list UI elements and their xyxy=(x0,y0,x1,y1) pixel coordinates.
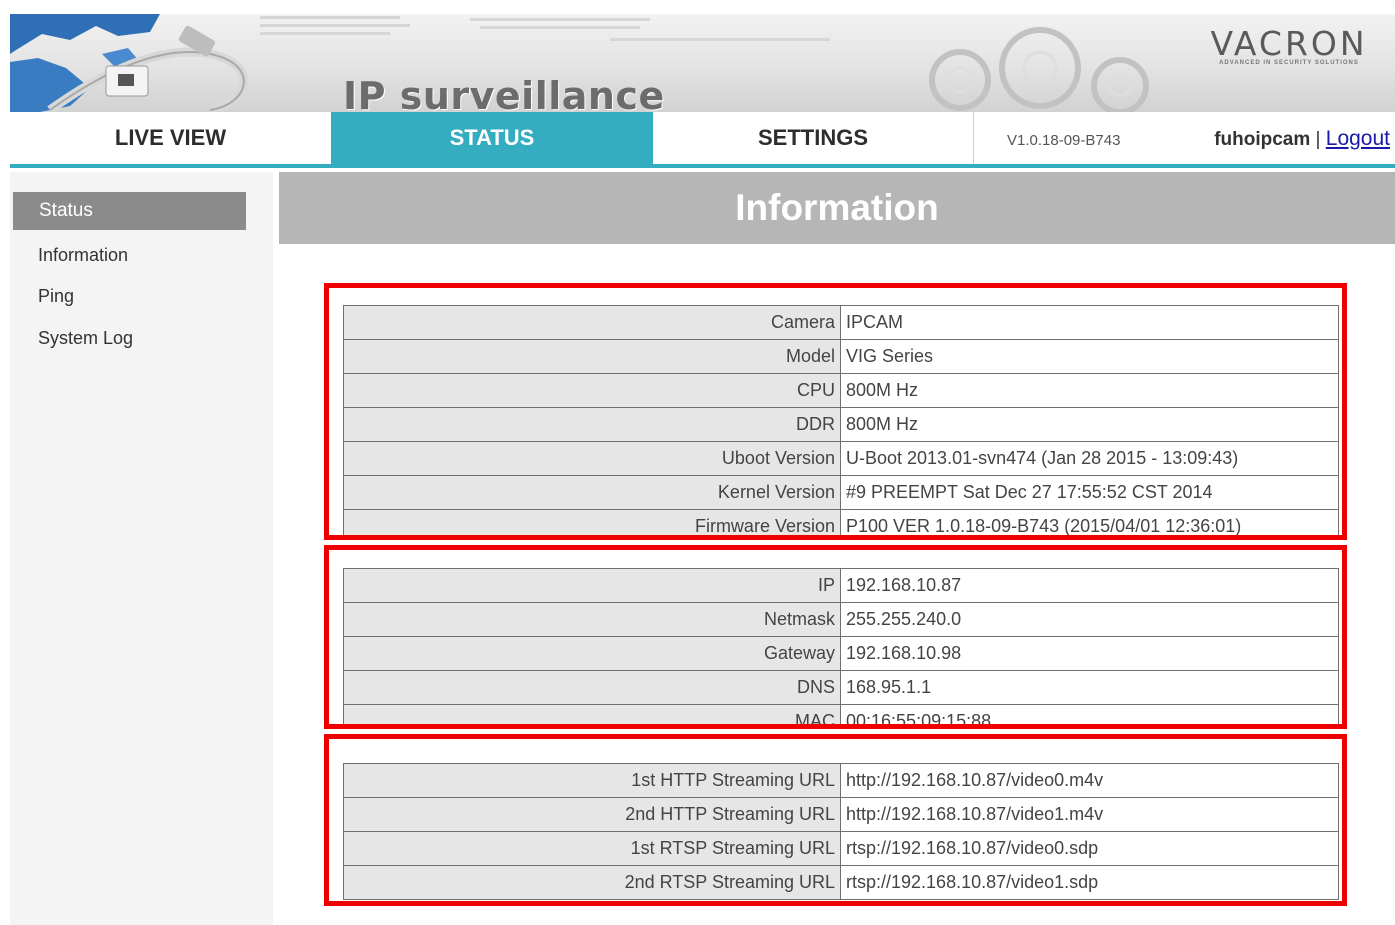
row-value: http://192.168.10.87/video0.m4v xyxy=(840,763,1339,798)
row-value: #9 PREEMPT Sat Dec 27 17:55:52 CST 2014 xyxy=(840,475,1339,510)
row-value: 192.168.10.87 xyxy=(840,568,1339,603)
row-value: P100 VER 1.0.18-09-B743 (2015/04/01 12:3… xyxy=(840,509,1339,535)
table-row: Gateway 192.168.10.98 xyxy=(343,636,1339,671)
table-row: Camera IPCAM xyxy=(343,305,1339,340)
table-row: DDR 800M Hz xyxy=(343,407,1339,442)
sidebar-item-information[interactable]: Information xyxy=(38,245,128,266)
banner-graphic xyxy=(10,14,1149,112)
brand-tagline: ADVANCED IN SECURITY SOLUTIONS xyxy=(1219,60,1359,66)
table-row: MAC 00:16:55:09:15:88 xyxy=(343,704,1339,724)
tab-live-view[interactable]: LIVE VIEW xyxy=(10,112,331,164)
row-label: Uboot Version xyxy=(343,441,841,476)
row-value: rtsp://192.168.10.87/video0.sdp xyxy=(840,831,1339,866)
streaming-info-table: 1st HTTP Streaming URL http://192.168.10.… xyxy=(343,763,1339,900)
row-label: Model xyxy=(343,339,841,374)
row-label: CPU xyxy=(343,373,841,408)
network-info-table: IP 192.168.10.87 Netmask 255.255.240.0 Gat… xyxy=(343,568,1339,724)
nav-divider xyxy=(973,112,974,164)
header-banner: IP surveillance VACRON ADVANCED IN SECUR… xyxy=(10,14,1395,112)
row-label: 2nd RTSP Streaming URL xyxy=(343,865,841,900)
row-label: MAC xyxy=(343,704,841,724)
brand-name: VACRON xyxy=(1210,24,1368,63)
username: fuhoipcam xyxy=(1214,129,1311,150)
table-row: 1st RTSP Streaming URL rtsp://192.168.10.… xyxy=(343,831,1339,866)
row-value: IPCAM xyxy=(840,305,1339,340)
row-label: Firmware Version xyxy=(343,509,841,535)
row-label: Gateway xyxy=(343,636,841,671)
sidebar: Status Information Ping System Log xyxy=(10,172,273,925)
row-value: 168.95.1.1 xyxy=(840,670,1339,705)
row-value: http://192.168.10.87/video1.m4v xyxy=(840,797,1339,832)
table-row: 2nd RTSP Streaming URL rtsp://192.168.10.… xyxy=(343,865,1339,900)
brand-logo: VACRON ADVANCED IN SECURITY SOLUTIONS xyxy=(1197,24,1381,66)
user-area: fuhoipcam | Logout xyxy=(1214,127,1390,151)
table-row: IP 192.168.10.87 xyxy=(343,568,1339,603)
tab-status[interactable]: STATUS xyxy=(331,112,653,164)
sidebar-item-ping[interactable]: Ping xyxy=(38,286,74,307)
table-row: Model VIG Series xyxy=(343,339,1339,374)
row-value: 800M Hz xyxy=(840,407,1339,442)
sidebar-item-system-log[interactable]: System Log xyxy=(38,328,133,349)
table-row: 2nd HTTP Streaming URL http://192.168.10.… xyxy=(343,797,1339,832)
page-title: Information xyxy=(279,172,1395,244)
system-info-frame: Camera IPCAM Model VIG Series CPU 800M Hz D… xyxy=(324,283,1347,540)
table-row: 1st HTTP Streaming URL http://192.168.10.… xyxy=(343,763,1339,798)
table-row: CPU 800M Hz xyxy=(343,373,1339,408)
product-title: IP surveillance xyxy=(343,74,665,112)
logout-link[interactable]: Logout xyxy=(1326,127,1390,150)
table-row: Kernel Version #9 PREEMPT Sat Dec 27 17:5… xyxy=(343,475,1339,510)
top-nav: LIVE VIEW STATUS SETTINGS V1.0.18-09-B74… xyxy=(10,112,1395,168)
row-value: 255.255.240.0 xyxy=(840,602,1339,637)
firmware-version: V1.0.18-09-B743 xyxy=(1007,132,1121,149)
row-value: 00:16:55:09:15:88 xyxy=(840,704,1339,724)
tab-settings[interactable]: SETTINGS xyxy=(653,112,973,164)
row-value: VIG Series xyxy=(840,339,1339,374)
table-row: Firmware Version P100 VER 1.0.18-09-B743 … xyxy=(343,509,1339,535)
row-value: rtsp://192.168.10.87/video1.sdp xyxy=(840,865,1339,900)
system-info-table: Camera IPCAM Model VIG Series CPU 800M Hz D… xyxy=(343,305,1339,535)
table-row: Netmask 255.255.240.0 xyxy=(343,602,1339,637)
table-row: DNS 168.95.1.1 xyxy=(343,670,1339,705)
row-value: 800M Hz xyxy=(840,373,1339,408)
row-value: 192.168.10.98 xyxy=(840,636,1339,671)
row-label: Kernel Version xyxy=(343,475,841,510)
row-value: U-Boot 2013.01-svn474 (Jan 28 2015 - 13:… xyxy=(840,441,1339,476)
user-separator: | xyxy=(1315,129,1321,150)
row-label: Camera xyxy=(343,305,841,340)
network-info-frame: IP 192.168.10.87 Netmask 255.255.240.0 Gat… xyxy=(324,545,1347,729)
row-label: 2nd HTTP Streaming URL xyxy=(343,797,841,832)
row-label: 1st RTSP Streaming URL xyxy=(343,831,841,866)
row-label: Netmask xyxy=(343,602,841,637)
table-row: Uboot Version U-Boot 2013.01-svn474 (Jan … xyxy=(343,441,1339,476)
streaming-info-frame: 1st HTTP Streaming URL http://192.168.10.… xyxy=(324,734,1347,906)
row-label: DNS xyxy=(343,670,841,705)
sidebar-header-status[interactable]: Status xyxy=(13,192,246,230)
row-label: DDR xyxy=(343,407,841,442)
row-label: 1st HTTP Streaming URL xyxy=(343,763,841,798)
row-label: IP xyxy=(343,568,841,603)
